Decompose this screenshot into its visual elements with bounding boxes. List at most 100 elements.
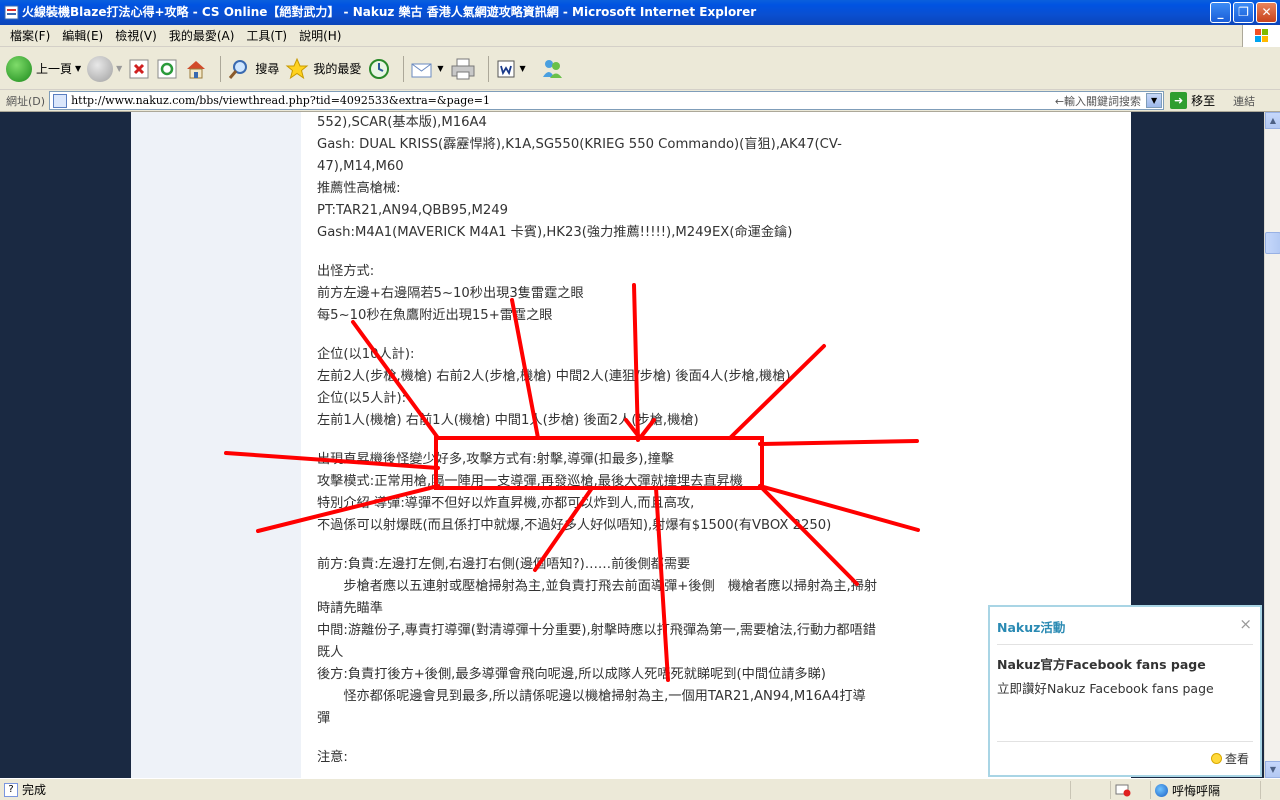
post-line: PT:TAR21,AN94,QBB95,M249: [317, 203, 509, 218]
forward-button[interactable]: ▼: [87, 55, 122, 82]
search-button[interactable]: 搜尋: [227, 57, 279, 81]
word-edit-icon: [497, 60, 515, 77]
popup-divider: [997, 644, 1253, 645]
mail-dropdown-icon[interactable]: ▼: [437, 64, 443, 73]
address-dropdown-icon[interactable]: ▼: [1146, 93, 1163, 108]
address-bar: 網址(D) http://www.nakuz.com/bbs/viewthrea…: [0, 90, 1280, 112]
popup-divider: [997, 741, 1253, 742]
mail-button[interactable]: ▼: [410, 58, 444, 80]
popup-view-link[interactable]: 查看: [1210, 750, 1249, 767]
history-icon: [369, 58, 390, 79]
post-line: 左前2人(步槍,機槍) 右前2人(步槍,機槍) 中間2人(連狙/步槍) 後面4人…: [317, 369, 791, 384]
popup-title: Nakuz活動: [997, 620, 1066, 635]
internet-zone-icon: [1155, 783, 1168, 797]
history-button[interactable]: [367, 57, 391, 81]
page-icon: [53, 93, 68, 108]
zone-label: 呼悔呼隔: [1172, 783, 1221, 798]
post-line: 出現直昇機後怪變少好多,攻擊方式有:射擊,導彈(扣最多),撞擊: [317, 452, 674, 467]
links-toolbar[interactable]: 連結: [1233, 93, 1255, 109]
post-line: 不過係可以射爆既(而且係打中就爆,不過好多人好似唔知),射爆有$1500(有VB…: [317, 518, 832, 533]
mail-icon: [411, 63, 432, 77]
stop-icon: [129, 59, 149, 78]
scroll-down-icon[interactable]: ▼: [1265, 761, 1280, 778]
author-column: [131, 112, 301, 778]
menu-help[interactable]: 說明(H): [293, 27, 347, 44]
toolbar-separator: [220, 55, 222, 82]
ie-page-icon: [4, 5, 19, 20]
address-input[interactable]: http://www.nakuz.com/bbs/viewthread.php?…: [49, 91, 1165, 110]
favorites-button[interactable]: 我的最愛: [285, 57, 361, 81]
standard-toolbar: 上一頁 ▼ ▼ 搜尋 我的最愛 ▼ ▼: [0, 48, 1280, 90]
status-cell: [1070, 781, 1110, 799]
close-button[interactable]: ✕: [1256, 2, 1277, 23]
go-button[interactable]: ➜ 移至: [1170, 92, 1215, 109]
scroll-thumb[interactable]: [1265, 232, 1280, 254]
back-arrow-icon: [6, 55, 32, 82]
print-button[interactable]: [450, 57, 476, 81]
post-line: 左前1人(機槍) 右前1人(機槍) 中間1人(步槍) 後面2人(步槍,機槍): [317, 413, 699, 428]
vertical-scrollbar[interactable]: ▲ ▼: [1264, 112, 1280, 778]
post-line: 企位(以5人計):: [317, 391, 407, 406]
post-line: 推薦性高槍械:: [317, 181, 401, 196]
post-line: 攻擊模式:正常用槍,隔一陣用一支導彈,再發巡槍,最後大彈就撞埋去直昇機: [317, 474, 743, 489]
go-label: 移至: [1191, 94, 1216, 108]
page-status-icon: ?: [4, 782, 18, 797]
scroll-up-icon[interactable]: ▲: [1265, 112, 1280, 129]
status-bar: ? 完成 呼悔呼隔: [0, 778, 1280, 800]
menu-favorites[interactable]: 我的最愛(A): [163, 27, 241, 44]
post-line: 47),M14,M60: [317, 159, 404, 174]
post-line: 企位(以10人計):: [317, 347, 415, 362]
minimize-button[interactable]: _: [1210, 2, 1231, 23]
popup-blocker-icon[interactable]: [1110, 781, 1150, 799]
ie-window: 火線裝機Blaze打法心得+攻略 - CS Online【絕對武力】 - Nak…: [0, 0, 1280, 800]
popup-text: 立即讚好Nakuz Facebook fans page: [997, 681, 1214, 696]
search-label: 搜尋: [255, 62, 280, 76]
security-zone: 呼悔呼隔: [1150, 781, 1260, 799]
menu-bar: 檔案(F) 編輯(E) 檢視(V) 我的最愛(A) 工具(T) 說明(H): [0, 25, 1280, 47]
home-button[interactable]: [184, 58, 208, 80]
toolbar-separator: [487, 55, 489, 82]
maximize-button[interactable]: ❐: [1233, 2, 1254, 23]
edit-word-button[interactable]: ▼: [495, 58, 526, 80]
back-dropdown-icon[interactable]: ▼: [75, 64, 81, 73]
address-url[interactable]: http://www.nakuz.com/bbs/viewthread.php?…: [71, 94, 490, 107]
post-line: 出怪方式:: [317, 264, 375, 279]
post-line: 既人: [317, 645, 344, 660]
stop-button[interactable]: [128, 58, 150, 80]
edit-dropdown-icon[interactable]: ▼: [520, 64, 526, 73]
forward-arrow-icon: [87, 55, 114, 82]
forward-dropdown-icon[interactable]: ▼: [116, 64, 122, 73]
post-line: Gash:M4A1(MAVERICK M4A1 卡賓),HK23(強力推薦!!!…: [317, 225, 793, 240]
address-label: 網址(D): [6, 94, 46, 108]
menu-file[interactable]: 檔案(F): [4, 27, 56, 44]
popup-heading[interactable]: Nakuz官方Facebook fans page: [997, 654, 1206, 673]
window-title: 火線裝機Blaze打法心得+攻略 - CS Online【絕對武力】 - Nak…: [22, 5, 757, 19]
messenger-button[interactable]: [540, 57, 564, 81]
toolbar-separator: [403, 55, 405, 82]
menu-tools[interactable]: 工具(T): [240, 27, 293, 44]
popup-close-icon[interactable]: ×: [1239, 615, 1252, 633]
post-line: 後方:負責打後方+後側,最多導彈會飛向呢邊,所以成隊人死唔死就睇呢到(中間位請多…: [317, 667, 826, 682]
refresh-button[interactable]: [156, 58, 178, 80]
refresh-icon: [157, 59, 177, 78]
post-line: 前方:負責:左邊打左側,右邊打右側(邊個唔知?)……前後側都需要: [317, 557, 691, 572]
windows-logo-icon: [1242, 25, 1280, 47]
post-line: 特別介紹 導彈:導彈不但好以炸直昇機,亦都可以炸到人,而且高攻,: [317, 496, 695, 511]
keyword-search-hint: ←輸入關鍵詞搜索: [1054, 94, 1142, 108]
post-line: 時請先瞄準: [317, 601, 383, 616]
menu-view[interactable]: 檢視(V): [109, 27, 163, 44]
post-line: Gash: DUAL KRISS(霹靂悍將),K1A,SG550(KRIEG 5…: [317, 137, 842, 152]
back-button[interactable]: 上一頁 ▼: [6, 55, 81, 82]
post-line: 中間:游離份子,專責打導彈(對清導彈十分重要),射擊時應以打飛彈為第一,需要槍法…: [317, 623, 876, 638]
star-icon: [285, 57, 309, 79]
post-line: 每5~10秒在魚鷹附近出現15+雷霆之眼: [317, 308, 553, 323]
menu-edit[interactable]: 編輯(E): [56, 27, 109, 44]
nakuz-event-popup: Nakuz活動 × Nakuz官方Facebook fans page 立即讚好…: [988, 605, 1262, 777]
favorites-label: 我的最愛: [313, 62, 362, 76]
resize-grip[interactable]: [1260, 781, 1280, 799]
